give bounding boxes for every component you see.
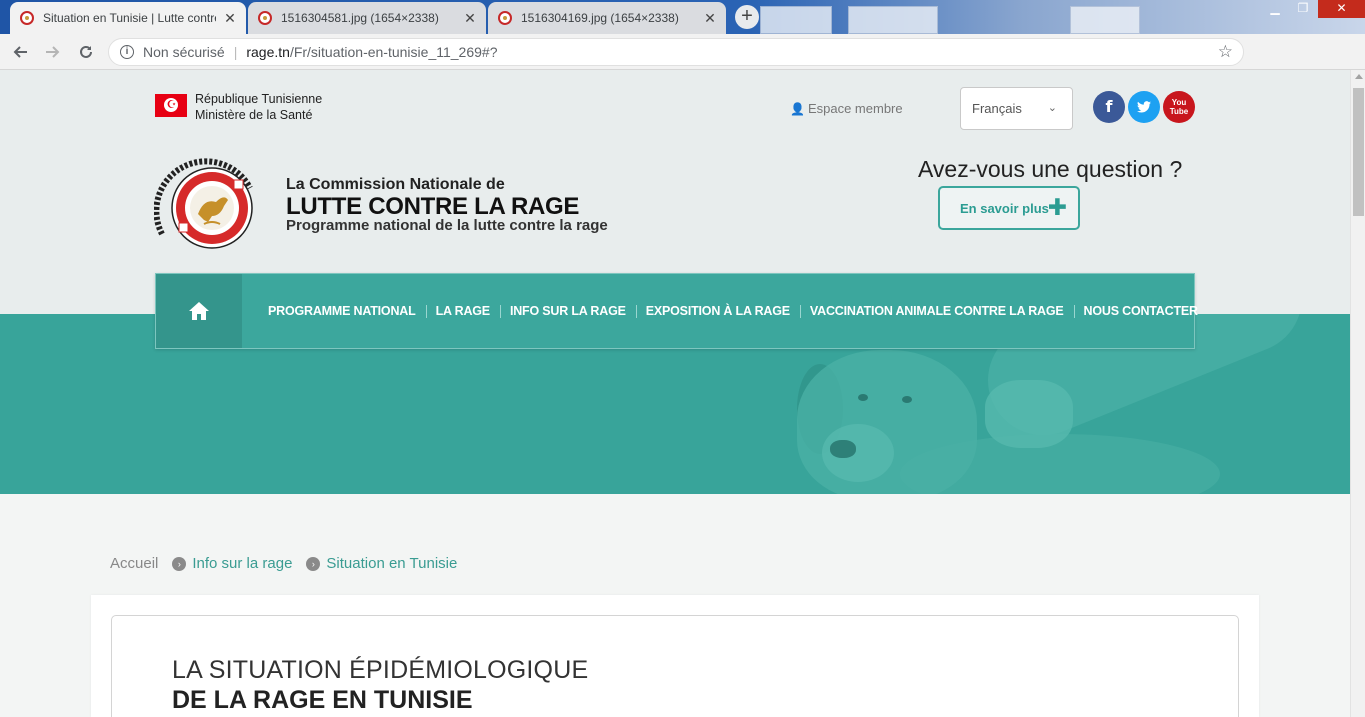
article-title-line1: LA SITUATION ÉPIDÉMIOLOGIQUE [172, 656, 589, 684]
separator: | [233, 44, 238, 60]
nav-items: PROGRAMME NATIONAL LA RAGE INFO SUR LA R… [258, 304, 1208, 318]
reload-icon[interactable] [74, 40, 98, 64]
nav-item-la-rage[interactable]: LA RAGE [425, 304, 500, 318]
chevron-right-icon: › [172, 556, 187, 571]
tab-close-icon[interactable]: ✕ [224, 10, 236, 27]
commission-logo [153, 158, 258, 254]
learn-more-button[interactable]: En savoir plus ✚ [938, 186, 1080, 230]
facebook-icon[interactable]: f [1093, 91, 1125, 123]
learn-more-label: En savoir plus [960, 201, 1049, 216]
desktop-thumbnail [1070, 6, 1140, 34]
site-favicon-icon [258, 11, 272, 25]
nav-item-contact[interactable]: NOUS CONTACTER [1073, 304, 1208, 318]
nav-item-info-sur-la-rage[interactable]: INFO SUR LA RAGE [499, 304, 636, 318]
tab-close-icon[interactable]: ✕ [704, 10, 716, 27]
banner-dog-eye-shape [902, 396, 912, 403]
banner-hand-shape [985, 380, 1073, 448]
chevron-down-icon: ⌄ [1047, 102, 1057, 114]
government-label: République Tunisienne Ministère de la Sa… [195, 91, 322, 123]
home-button[interactable] [156, 274, 242, 348]
desktop-thumbnail [848, 6, 938, 34]
star-icon[interactable]: ☆ [1218, 42, 1233, 62]
org-title-line1: La Commission Nationale de [286, 176, 505, 193]
browser-toolbar: i Non sécurisé | rage.tn/Fr/situation-en… [0, 34, 1365, 97]
org-subtitle: Programme national de la lutte contre la… [286, 217, 608, 234]
url-host: rage.tn [246, 44, 290, 60]
desktop-thumbnail [760, 6, 832, 34]
nav-item-vaccination[interactable]: VACCINATION ANIMALE CONTRE LA RAGE [799, 304, 1074, 318]
language-select[interactable]: Français ⌄ [960, 87, 1073, 130]
banner-dog-eye-shape [858, 394, 868, 401]
tab-strip: Situation en Tunisie | Lutte contre la r… [0, 0, 1365, 34]
tunisia-flag-icon [155, 94, 187, 117]
main-navigation: PROGRAMME NATIONAL LA RAGE INFO SUR LA R… [155, 273, 1198, 349]
breadcrumb-item[interactable]: › Situation en Tunisie [306, 555, 457, 572]
gov-line1: République Tunisienne [195, 92, 323, 106]
breadcrumb-label: Info sur la rage [192, 555, 293, 572]
breadcrumb-home[interactable]: Accueil [110, 555, 158, 572]
youtube-icon[interactable]: You Tube [1163, 91, 1195, 123]
address-bar[interactable]: i Non sécurisé | rage.tn/Fr/situation-en… [108, 38, 1244, 66]
language-value: Français [972, 101, 1022, 116]
page-scrollbar[interactable] [1350, 70, 1365, 717]
breadcrumb-item[interactable]: › Info sur la rage [172, 555, 292, 572]
tab-close-icon[interactable]: ✕ [464, 10, 476, 27]
article-title-line2: DE LA RAGE EN TUNISIE [172, 686, 473, 714]
tab-title: Situation en Tunisie | Lutte contre la r… [43, 11, 216, 25]
user-icon: 👤 [790, 102, 805, 116]
close-window-button[interactable]: ✕ [1318, 0, 1365, 18]
nav-item-programme-national[interactable]: PROGRAMME NATIONAL [258, 304, 426, 318]
member-area-link[interactable]: 👤 Espace membre [790, 101, 903, 116]
banner-dog-head-shape [797, 350, 977, 494]
forward-arrow-icon[interactable] [41, 40, 65, 64]
scroll-up-icon[interactable] [1355, 74, 1363, 79]
breadcrumb: Accueil › Info sur la rage › Situation e… [110, 555, 457, 572]
tab-image-2[interactable]: 1516304169.jpg (1654×2338) ✕ [488, 2, 726, 34]
breadcrumb-label: Situation en Tunisie [326, 555, 458, 572]
scrollbar-thumb[interactable] [1353, 88, 1364, 216]
nav-item-exposition[interactable]: EXPOSITION À LA RAGE [635, 304, 800, 318]
site-favicon-icon [498, 11, 512, 25]
home-icon [189, 302, 209, 320]
new-tab-button[interactable]: + [735, 5, 759, 29]
plus-icon: ✚ [1047, 194, 1067, 220]
tab-title: 1516304169.jpg (1654×2338) [521, 11, 679, 25]
tab-title: 1516304581.jpg (1654×2338) [281, 11, 439, 25]
security-label: Non sécurisé [143, 44, 225, 60]
back-arrow-icon[interactable] [8, 40, 32, 64]
gov-line2: Ministère de la Santé [195, 108, 313, 122]
tab-image-1[interactable]: 1516304581.jpg (1654×2338) ✕ [248, 2, 486, 34]
site-favicon-icon [20, 11, 34, 25]
banner-dog-nose-shape [830, 440, 856, 458]
tab-situation-en-tunisie[interactable]: Situation en Tunisie | Lutte contre la r… [10, 2, 246, 34]
info-icon[interactable]: i [120, 45, 134, 59]
member-label: Espace membre [807, 101, 903, 116]
twitter-icon[interactable] [1128, 91, 1160, 123]
minimize-button[interactable]: ▁ [1260, 0, 1290, 18]
question-heading: Avez-vous une question ? [918, 156, 1183, 182]
maximize-button[interactable]: ❐ [1288, 0, 1318, 18]
chevron-right-icon: › [306, 556, 321, 571]
url-path: /Fr/situation-en-tunisie_11_269#? [289, 44, 498, 60]
